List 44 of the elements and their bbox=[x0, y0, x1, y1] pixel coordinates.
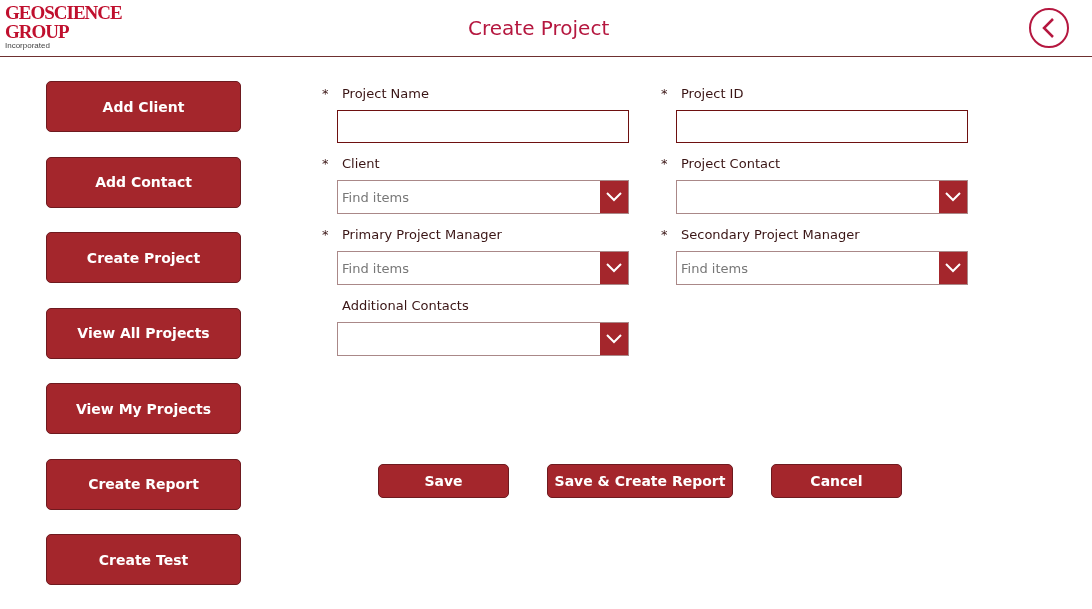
logo-subtitle: Incorporated bbox=[5, 41, 51, 50]
required-asterisk: * bbox=[661, 226, 668, 242]
back-button[interactable] bbox=[1029, 8, 1069, 48]
required-asterisk: * bbox=[322, 226, 329, 242]
dropdown-field[interactable]: Find items bbox=[676, 251, 968, 285]
action-button[interactable]: Save bbox=[378, 464, 509, 498]
chevron-left-icon bbox=[1041, 17, 1057, 39]
field-label: Project ID bbox=[681, 85, 744, 101]
chevron-down-icon[interactable] bbox=[939, 252, 967, 284]
nav-button[interactable]: View My Projects bbox=[46, 383, 241, 434]
required-asterisk: * bbox=[661, 85, 668, 101]
field-label: Secondary Project Manager bbox=[681, 226, 860, 242]
dropdown-field[interactable] bbox=[337, 322, 629, 356]
nav-button[interactable]: View All Projects bbox=[46, 307, 241, 359]
chevron-down-icon[interactable] bbox=[600, 181, 628, 213]
nav-button[interactable]: Add Client bbox=[46, 81, 241, 132]
required-asterisk: * bbox=[661, 155, 668, 171]
dropdown-field[interactable]: Find items bbox=[337, 251, 629, 285]
placeholder-text: Find items bbox=[341, 260, 410, 276]
chevron-down-icon[interactable] bbox=[939, 181, 967, 213]
text-field[interactable] bbox=[676, 110, 968, 143]
nav-button[interactable]: Add Contact bbox=[46, 156, 241, 208]
field-label: Project Name bbox=[342, 85, 429, 101]
page-title: Create Project bbox=[468, 16, 610, 40]
action-button[interactable]: Cancel bbox=[771, 464, 902, 498]
nav-button[interactable]: Create Report bbox=[46, 458, 241, 510]
placeholder-text: Find items bbox=[680, 260, 749, 276]
logo-text: GEOSCIENCE bbox=[5, 3, 123, 22]
field-label: Client bbox=[342, 155, 380, 171]
placeholder-text: Find items bbox=[341, 189, 410, 205]
field-label: Additional Contacts bbox=[342, 297, 469, 313]
nav-button[interactable]: Create Project bbox=[46, 232, 241, 283]
action-button[interactable]: Save & Create Report bbox=[547, 464, 733, 498]
chevron-down-icon[interactable] bbox=[600, 323, 628, 355]
field-label: Primary Project Manager bbox=[342, 226, 502, 242]
logo-text: GROUP bbox=[5, 22, 70, 41]
dropdown-field[interactable]: Find items bbox=[337, 180, 629, 214]
dropdown-field[interactable] bbox=[676, 180, 968, 214]
field-label: Project Contact bbox=[681, 155, 781, 171]
required-asterisk: * bbox=[322, 85, 329, 101]
chevron-down-icon[interactable] bbox=[600, 252, 628, 284]
required-asterisk: * bbox=[322, 155, 329, 171]
text-field[interactable] bbox=[337, 110, 629, 143]
nav-button[interactable]: Create Test bbox=[46, 534, 241, 585]
